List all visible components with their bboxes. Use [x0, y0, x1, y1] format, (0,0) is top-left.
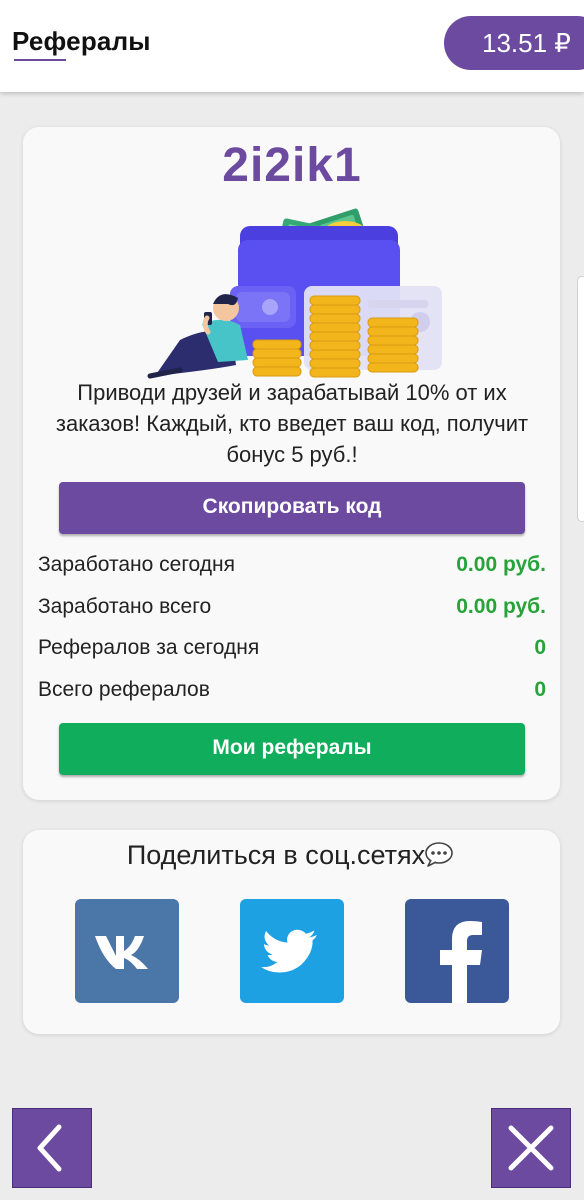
- stat-label: Всего рефералов: [38, 678, 210, 701]
- share-twitter-button[interactable]: [240, 899, 344, 1003]
- page-title: Рефералы: [12, 26, 151, 56]
- stat-label: Заработано всего: [38, 595, 212, 618]
- share-vk-button[interactable]: [75, 899, 179, 1003]
- title-underline: [14, 59, 66, 61]
- close-icon: [508, 1125, 554, 1171]
- vk-icon: [95, 936, 148, 969]
- stat-value: 0.00 руб.: [456, 595, 546, 618]
- share-facebook-button[interactable]: [405, 899, 509, 1003]
- wallet-coins-illustration: [147, 208, 442, 379]
- app-header: Рефералы 13.51 ₽: [0, 0, 584, 92]
- balance-badge[interactable]: 13.51 ₽: [444, 16, 584, 70]
- share-title-text: Поделиться в соц.сетях: [126, 840, 426, 870]
- close-button[interactable]: [491, 1108, 571, 1188]
- scrollbar[interactable]: [577, 276, 584, 522]
- referral-code: 2i2ik1: [222, 139, 362, 192]
- copy-code-button[interactable]: Скопировать код: [59, 482, 525, 534]
- stat-label: Рефералов за сегодня: [38, 636, 260, 659]
- my-referrals-button[interactable]: Мои рефералы: [59, 723, 525, 775]
- promo-description: Приводи друзей и зарабатывай 10% от их з…: [55, 380, 529, 467]
- back-button[interactable]: [12, 1108, 92, 1188]
- chevron-left-icon: [37, 1124, 62, 1172]
- stat-row-earned-today: Заработано сегодня 0.00 руб.: [38, 550, 546, 580]
- twitter-icon: [261, 929, 317, 973]
- stat-value: 0: [534, 636, 546, 659]
- stat-label: Заработано сегодня: [38, 553, 235, 576]
- stat-value: 0.00 руб.: [456, 553, 546, 576]
- stat-row-referrals-today: Рефералов за сегодня 0: [38, 633, 546, 663]
- stat-row-referrals-total: Всего рефералов 0: [38, 675, 546, 705]
- facebook-icon: [440, 921, 482, 1003]
- stat-value: 0: [534, 678, 546, 701]
- share-section-title: Поделиться в соц.сетях: [0, 840, 584, 871]
- stat-row-earned-total: Заработано всего 0.00 руб.: [38, 592, 546, 622]
- speech-bubble-icon: [425, 842, 453, 867]
